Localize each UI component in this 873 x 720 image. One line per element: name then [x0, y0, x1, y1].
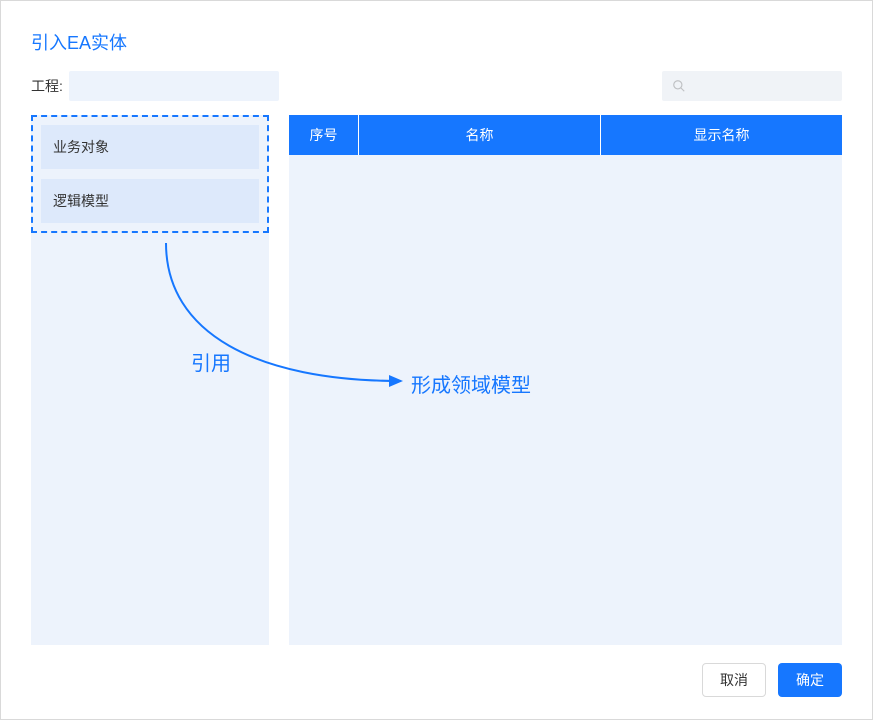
- table-body: [289, 155, 842, 645]
- sidebar-panel: 业务对象 逻辑模型: [31, 115, 269, 645]
- table-header: 序号 名称 显示名称: [289, 115, 842, 155]
- dialog-header: 引入EA实体: [1, 1, 872, 71]
- confirm-button[interactable]: 确定: [778, 663, 842, 697]
- search-icon: [672, 79, 686, 93]
- project-label: 工程:: [31, 76, 63, 96]
- content-area: 业务对象 逻辑模型 序号 名称 显示名称: [1, 115, 872, 645]
- table-header-name: 名称: [359, 115, 601, 155]
- table-header-seq: 序号: [289, 115, 359, 155]
- filter-row: 工程:: [1, 71, 872, 115]
- table-panel: 序号 名称 显示名称: [289, 115, 842, 645]
- table-header-display: 显示名称: [601, 115, 842, 155]
- sidebar-item-label: 业务对象: [53, 139, 109, 155]
- dialog-title: 引入EA实体: [31, 29, 842, 55]
- sidebar-item-logic-model[interactable]: 逻辑模型: [41, 179, 259, 223]
- cancel-button[interactable]: 取消: [702, 663, 766, 697]
- sidebar-item-business-object[interactable]: 业务对象: [41, 125, 259, 169]
- project-select[interactable]: [69, 71, 279, 101]
- search-input[interactable]: [662, 71, 842, 101]
- sidebar-highlight-box: 业务对象 逻辑模型: [31, 115, 269, 233]
- sidebar-item-label: 逻辑模型: [53, 193, 109, 209]
- import-ea-entity-dialog: 引入EA实体 工程: 业务对象 逻辑模型 序号 名: [0, 0, 873, 720]
- dialog-footer: 取消 确定: [1, 645, 872, 719]
